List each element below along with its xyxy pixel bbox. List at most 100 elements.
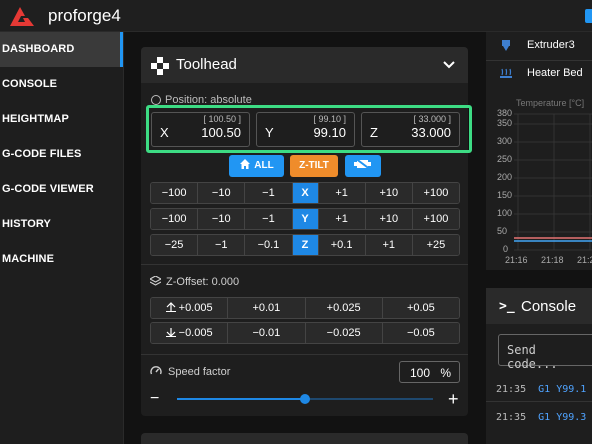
extruder-row[interactable]: Extruder3 (486, 32, 592, 60)
heater-bed-row[interactable]: Heater Bed (486, 60, 592, 88)
divider (141, 264, 468, 265)
z-offset-down-0-025[interactable]: −0.025 (305, 323, 383, 343)
sidebar-item-gcode-files[interactable]: G-CODE FILES (0, 137, 123, 172)
next-panel-header (141, 433, 468, 444)
position-z-field[interactable]: [ 33.000 ] Z 33.000 (361, 112, 460, 147)
jog-x-plus-10[interactable]: +10 (365, 183, 413, 203)
jog-y-minus-1[interactable]: −1 (245, 209, 293, 229)
z-offset-down-0-05[interactable]: −0.05 (382, 323, 459, 343)
x-tick: 21:2 (577, 255, 592, 265)
home-all-button[interactable]: ALL (229, 155, 284, 177)
home-x-button[interactable]: X (292, 183, 319, 203)
jog-z-minus-1[interactable]: −1 (198, 235, 246, 255)
jog-z-plus-0-1[interactable]: +0.1 (318, 235, 366, 255)
console-log-line: 21:35 G1 Y99.3 F (496, 412, 592, 423)
jog-row-z: −25 −1 −0.1 Z +0.1 +1 +25 (150, 234, 460, 256)
jog-y-plus-10[interactable]: +10 (365, 209, 413, 229)
position-x-field[interactable]: [ 100.50 ] X 100.50 (151, 112, 250, 147)
console-header[interactable]: >_ Console (486, 288, 592, 324)
home-all-label: ALL (254, 160, 274, 171)
speed-factor-value: 100 (410, 366, 431, 380)
sidebar-item-history[interactable]: HISTORY (0, 207, 123, 242)
heater-bed-icon (500, 68, 512, 78)
y-tick: 0 (503, 244, 509, 254)
jog-x-plus-1[interactable]: +1 (318, 183, 366, 203)
console-title: Console (521, 298, 577, 315)
sidebar-nav: DASHBOARD CONSOLE HEIGHTMAP G-CODE FILES… (0, 32, 124, 444)
console-log-line: 21:35 G1 Y99.1 F (496, 384, 592, 395)
crosshair-icon (151, 95, 161, 105)
sidebar-item-heightmap[interactable]: HEIGHTMAP (0, 102, 123, 137)
z-offset-up-0-05[interactable]: +0.05 (382, 298, 459, 318)
jog-x-minus-10[interactable]: −10 (198, 183, 246, 203)
app-title: proforge4 (48, 6, 121, 25)
sidebar-item-gcode-viewer[interactable]: G-CODE VIEWER (0, 172, 123, 207)
x-tick: 21:16 (505, 255, 528, 265)
y-tick: 250 (497, 154, 513, 164)
console-input[interactable]: Send code... (498, 334, 592, 371)
y-tick: 380 (497, 108, 513, 118)
y-tick: 350 (497, 118, 513, 128)
engine-off-icon (354, 157, 372, 171)
position-x-requested: [ 100.50 ] (203, 114, 241, 124)
home-z-button[interactable]: Z (292, 235, 319, 255)
position-z-value: 33.000 (411, 125, 451, 140)
speed-factor-label: Speed factor (168, 366, 231, 378)
jog-x-plus-100[interactable]: +100 (412, 183, 459, 203)
z-offset-up-0-01[interactable]: +0.01 (228, 298, 306, 318)
jog-z-plus-25[interactable]: +25 (412, 235, 459, 255)
sidebar-item-machine[interactable]: MACHINE (0, 242, 123, 277)
top-right-button[interactable] (585, 9, 592, 23)
position-y-axis-label: Y (265, 125, 274, 140)
divider (486, 401, 592, 402)
jog-x-minus-1[interactable]: −1 (245, 183, 293, 203)
extruder-icon (502, 40, 510, 51)
speed-factor-input[interactable]: 100 % (399, 361, 460, 383)
log-command[interactable]: G1 Y99.3 F (538, 412, 592, 423)
heater-bed-label: Heater Bed (527, 67, 583, 79)
z-offset-down-0-005-label: −0.005 (178, 327, 213, 339)
home-y-button[interactable]: Y (292, 209, 319, 229)
sidebar-item-dashboard[interactable]: DASHBOARD (0, 32, 123, 67)
toolhead-header[interactable]: Toolhead (141, 47, 468, 83)
chevron-down-icon[interactable] (442, 58, 456, 72)
jog-x-minus-100[interactable]: −100 (151, 183, 199, 203)
z-offset-up-0-005-label: +0.005 (178, 302, 213, 314)
speed-increase-button[interactable]: + (448, 389, 459, 410)
y-tick: 150 (497, 190, 513, 200)
jog-y-minus-100[interactable]: −100 (151, 209, 199, 229)
jog-z-minus-25[interactable]: −25 (151, 235, 199, 255)
z-offset-down-0-01[interactable]: −0.01 (228, 323, 306, 343)
y-tick: 300 (497, 136, 513, 146)
jog-row-y: −100 −10 −1 Y +1 +10 +100 (150, 208, 460, 230)
temperature-chart (514, 113, 592, 251)
jog-z-minus-0-1[interactable]: −0.1 (245, 235, 293, 255)
y-tick: 100 (497, 208, 513, 218)
speed-slider-thumb[interactable] (300, 394, 310, 404)
divider (141, 354, 468, 355)
speedometer-icon (150, 366, 162, 375)
arrow-down-icon (165, 328, 176, 337)
arrow-up-icon (165, 302, 176, 312)
speed-decrease-button[interactable]: − (150, 390, 159, 408)
z-offset-up-0-005[interactable]: +0.005 (151, 298, 229, 318)
position-y-requested: [ 99.10 ] (313, 114, 346, 124)
z-offset-up-row: +0.005 +0.01 +0.025 +0.05 (150, 297, 460, 319)
terminal-icon: >_ (499, 299, 515, 314)
z-offset-down-0-005[interactable]: −0.005 (151, 323, 229, 343)
toolhead-title: Toolhead (176, 56, 237, 73)
jog-y-plus-100[interactable]: +100 (412, 209, 459, 229)
position-y-field[interactable]: [ 99.10 ] Y 99.10 (256, 112, 355, 147)
jog-y-minus-10[interactable]: −10 (198, 209, 246, 229)
position-y-value: 99.10 (313, 125, 346, 140)
jog-y-plus-1[interactable]: +1 (318, 209, 366, 229)
position-x-axis-label: X (160, 125, 169, 140)
log-time: 21:35 (496, 412, 527, 423)
jog-z-plus-1[interactable]: +1 (365, 235, 413, 255)
sidebar-item-console[interactable]: CONSOLE (0, 67, 123, 102)
motors-off-button[interactable] (345, 155, 381, 177)
z-tilt-button[interactable]: Z-TILT (290, 155, 338, 177)
log-command[interactable]: G1 Y99.1 F (538, 384, 592, 395)
top-app-bar: proforge4 (0, 0, 592, 32)
z-offset-up-0-025[interactable]: +0.025 (305, 298, 383, 318)
